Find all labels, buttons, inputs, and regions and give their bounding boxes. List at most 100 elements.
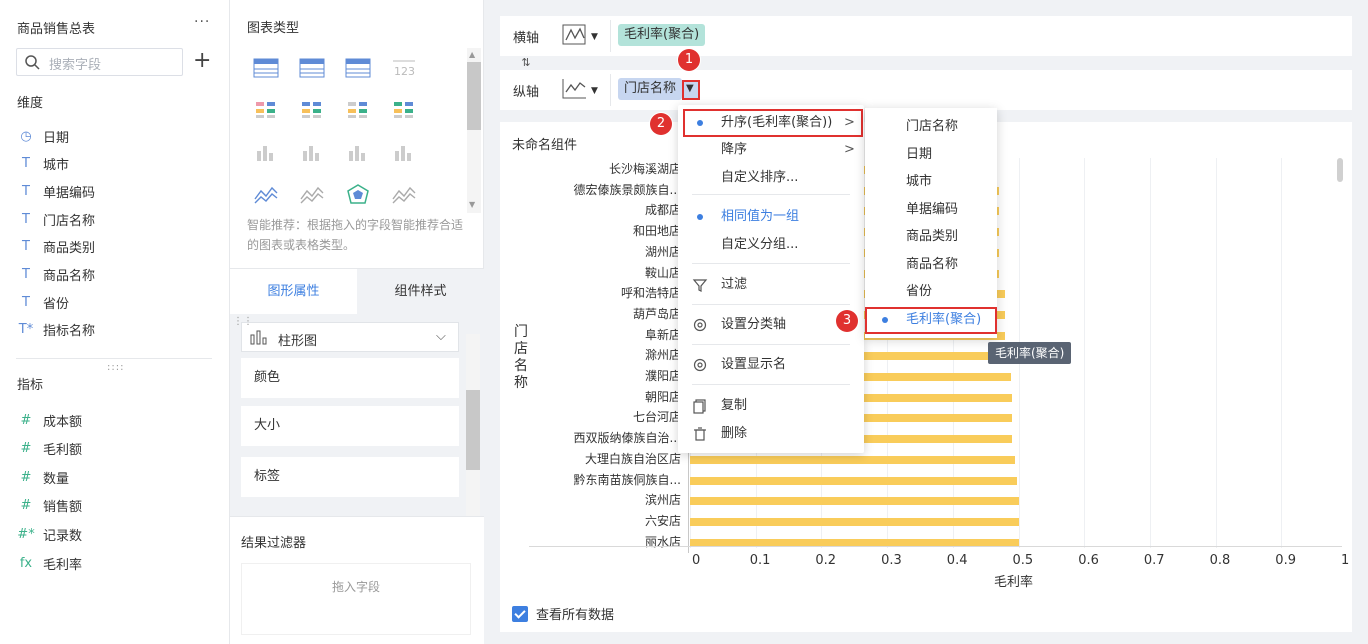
y-axis-label: 纵轴 — [513, 85, 540, 100]
label-property[interactable]: 标签 — [241, 457, 459, 497]
scatter-icon[interactable] — [299, 183, 325, 205]
metric-label: 毛利率 — [43, 557, 83, 573]
line-chart-icon[interactable] — [391, 183, 417, 205]
menu-separator — [692, 194, 850, 195]
menu-item[interactable]: 自定义排序... — [678, 164, 864, 192]
menu-item[interactable]: 过滤 — [678, 271, 864, 299]
menu-item[interactable]: 自定义分组... — [678, 231, 864, 259]
submenu-item[interactable]: 单据编码 — [865, 196, 997, 224]
menu-item-label: 相同值为一组 — [721, 209, 800, 224]
crosstab-icon[interactable] — [299, 57, 325, 79]
submenu-item[interactable]: 商品名称 — [865, 251, 997, 279]
drag-handle-icon[interactable]: ⋮⋮ — [233, 316, 253, 327]
submenu-item[interactable]: 日期 — [865, 141, 997, 169]
radar-icon[interactable] — [345, 183, 371, 205]
color-table-icon[interactable] — [253, 99, 279, 121]
bar-chart-icon — [250, 330, 267, 345]
hash-icon: # — [20, 469, 32, 485]
menu-item[interactable]: 设置显示名 — [678, 351, 864, 379]
gridline — [1149, 158, 1151, 548]
dimension-field[interactable]: T 单据编码 — [17, 181, 95, 201]
stacked-bar-icon[interactable] — [345, 141, 371, 163]
result-filter-dropzone[interactable]: 拖入字段 — [241, 563, 471, 635]
field-dropdown-button[interactable]: ▼ — [682, 80, 700, 100]
bar[interactable] — [690, 497, 1019, 506]
table-icon[interactable] — [253, 57, 279, 79]
metric-field[interactable]: # 毛利额 — [17, 439, 82, 459]
add-field-button[interactable]: + — [193, 48, 211, 74]
y-tick-label: 呼和浩特店 — [620, 286, 681, 301]
svg-text:123: 123 — [394, 65, 415, 78]
treemap-icon[interactable] — [391, 99, 417, 121]
color-property[interactable]: 颜色 — [241, 358, 459, 398]
bar[interactable] — [690, 517, 1019, 526]
panel-resize-handle[interactable]: :::: — [107, 362, 124, 373]
dot-table-icon[interactable] — [299, 99, 325, 121]
map-icon[interactable] — [345, 99, 371, 121]
line-chart-icon[interactable] — [562, 24, 588, 46]
line-chart-icon[interactable] — [562, 78, 588, 100]
submenu-item[interactable]: 商品类别 — [865, 223, 997, 251]
tab-component-style[interactable]: 组件样式 — [357, 269, 484, 315]
detail-table-icon[interactable] — [345, 57, 371, 79]
y-tick-label: 长沙梅溪湖店 — [608, 162, 681, 176]
filter-icon — [692, 279, 708, 292]
dimension-field[interactable]: ◷ 日期 — [17, 126, 69, 146]
graph-type-select[interactable]: 柱形图 ⌵ — [241, 322, 459, 352]
submenu-item[interactable]: 门店名称 — [865, 113, 997, 141]
menu-item-label: 自定义排序... — [721, 170, 799, 185]
x-axis-bar: 横轴 ▼ 毛利率(聚合) — [500, 16, 1352, 56]
submenu-item[interactable]: 城市 — [865, 168, 997, 196]
menu-item[interactable]: 相同值为一组 — [678, 203, 864, 231]
chevron-down-icon[interactable]: ▼ — [591, 32, 598, 42]
dimension-field[interactable]: T* 指标名称 — [17, 320, 95, 340]
dimension-field[interactable]: T 商品名称 — [17, 265, 95, 285]
field-panel: 商品销售总表 ··· 搜索字段 + 维度 ◷ 日期 T 城市 T 单据编码 T 门店名称 T 商品… — [0, 0, 230, 644]
metric-field[interactable]: #* 记录数 — [17, 524, 82, 544]
waterfall-icon[interactable] — [391, 141, 417, 163]
tooltip: 毛利率(聚合) — [988, 342, 1072, 364]
metric-label: 数量 — [43, 471, 70, 487]
metric-field[interactable]: # 数量 — [17, 467, 69, 487]
y-axis-field-pill[interactable]: 门店名称 — [618, 78, 683, 100]
formula-icon: fx — [19, 555, 33, 571]
tab-graph-properties[interactable]: 图形属性 — [230, 269, 357, 315]
submenu-item[interactable]: 省份 — [865, 278, 997, 306]
grouped-bar-icon[interactable] — [299, 141, 325, 163]
size-property[interactable]: 大小 — [241, 406, 459, 446]
menu-item[interactable]: 复制 — [678, 392, 864, 420]
checkbox-checked-icon[interactable] — [512, 605, 528, 622]
y-tick-label: 大理白族自治区店 — [584, 451, 681, 466]
text-type-icon: T — [22, 211, 30, 227]
x-axis-field-pill[interactable]: 毛利率(聚合) — [618, 24, 706, 46]
dimension-field[interactable]: T 门店名称 — [17, 209, 95, 229]
dimension-label: 单据编码 — [43, 185, 96, 201]
metric-field[interactable]: # 销售额 — [17, 496, 82, 516]
property-scrollbar[interactable] — [466, 334, 480, 516]
view-all-data-checkbox[interactable]: 查看所有数据 — [512, 604, 614, 623]
bar[interactable] — [690, 476, 1017, 485]
bar-chart-icon[interactable] — [253, 141, 279, 163]
dimension-field[interactable]: T 省份 — [17, 292, 69, 312]
y-tick-label: 朝阳店 — [644, 389, 681, 404]
metric-label: 成本额 — [43, 414, 83, 430]
menu-item-label: 删除 — [721, 426, 748, 441]
area-line-icon[interactable] — [253, 183, 279, 205]
metric-field[interactable]: fx 毛利率 — [17, 553, 82, 573]
y-tick-label: 七台河店 — [632, 410, 681, 425]
y-tick-label: 湖州店 — [644, 244, 681, 259]
menu-item[interactable]: 删除 — [678, 420, 864, 448]
menu-item-label: 降序 — [721, 142, 748, 157]
dimension-field[interactable]: T 商品类别 — [17, 237, 95, 257]
more-icon[interactable]: ··· — [194, 14, 210, 30]
metric-field[interactable]: # 成本额 — [17, 410, 82, 430]
x-tick-label: 0 — [692, 553, 701, 568]
search-input[interactable]: 搜索字段 — [16, 48, 183, 76]
bar[interactable] — [690, 455, 1016, 464]
dimension-field[interactable]: T 城市 — [17, 154, 69, 174]
menu-item[interactable]: 降序 > — [678, 136, 864, 164]
kpi-number-icon[interactable]: 123 — [391, 57, 417, 79]
chevron-down-icon[interactable]: ▼ — [591, 86, 598, 96]
chart-type-scrollbar[interactable]: ▲ ▼ — [467, 48, 481, 213]
chart-scrollbar[interactable] — [1335, 158, 1345, 548]
